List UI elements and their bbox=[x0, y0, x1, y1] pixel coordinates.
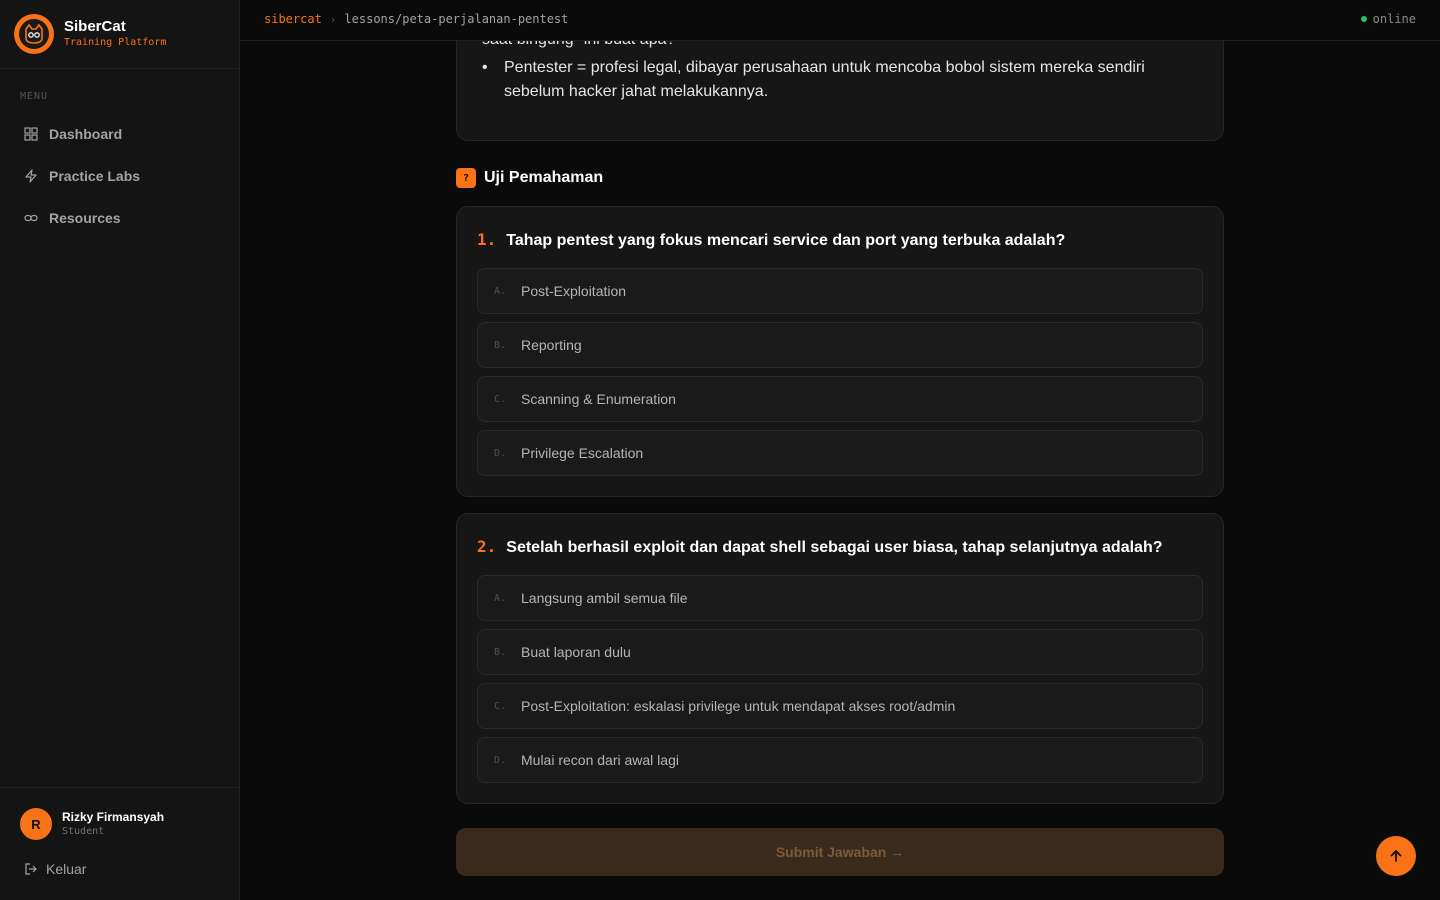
scroll-to-top-button[interactable] bbox=[1376, 836, 1416, 876]
bullet-marker: • bbox=[482, 59, 488, 76]
top-bar: sibercat › lessons/peta-perjalanan-pente… bbox=[240, 0, 1440, 41]
question-card-1: 1. Tahap pentest yang fokus mencari serv… bbox=[456, 206, 1224, 497]
option-text: Reporting bbox=[521, 337, 582, 353]
answer-option-d[interactable]: D. Privilege Escalation bbox=[477, 430, 1203, 476]
sidebar-item-practice-labs[interactable]: Practice Labs bbox=[12, 155, 228, 197]
status-label: online bbox=[1372, 12, 1416, 26]
link-icon bbox=[24, 214, 38, 222]
sidebar-nav: Dashboard Practice Labs Resources bbox=[12, 113, 228, 239]
option-letter: D. bbox=[494, 447, 507, 459]
option-text: Mulai recon dari awal lagi bbox=[521, 752, 679, 768]
answer-option-b[interactable]: B. Reporting bbox=[477, 322, 1203, 368]
option-letter: B. bbox=[494, 646, 507, 658]
sidebar: SiberCat Training Platform MENU Dashboar… bbox=[0, 0, 240, 900]
logout-button[interactable]: Keluar bbox=[24, 861, 86, 877]
option-text: Post-Exploitation: eskalasi privilege un… bbox=[521, 698, 956, 714]
logout-icon bbox=[25, 863, 37, 875]
sidebar-item-resources[interactable]: Resources bbox=[12, 197, 228, 239]
question-number: 1. bbox=[477, 230, 497, 249]
answer-option-c[interactable]: C. Post-Exploitation: eskalasi privilege… bbox=[477, 683, 1203, 729]
question-text: Tahap pentest yang fokus mencari service… bbox=[506, 232, 1066, 249]
answer-option-a[interactable]: A. Post-Exploitation bbox=[477, 268, 1203, 314]
online-dot-icon bbox=[1360, 16, 1367, 22]
option-letter: D. bbox=[494, 754, 507, 766]
breadcrumb-root[interactable]: sibercat bbox=[264, 12, 322, 26]
cat-logo-icon bbox=[14, 14, 54, 54]
question-mark-icon: ? bbox=[456, 168, 476, 188]
option-letter: C. bbox=[494, 700, 507, 712]
status-indicator: online bbox=[1360, 12, 1416, 26]
brand-subtitle: Training Platform bbox=[64, 37, 167, 48]
answer-option-c[interactable]: C. Scanning & Enumeration bbox=[477, 376, 1203, 422]
menu-heading: MENU bbox=[20, 91, 49, 102]
user-name: Rizky Firmansyah bbox=[62, 809, 165, 824]
arrow-up-icon bbox=[1390, 850, 1402, 862]
breadcrumb-separator: › bbox=[329, 12, 337, 26]
quiz-title: Uji Pemahaman bbox=[484, 169, 604, 186]
answer-option-b[interactable]: B. Buat laporan dulu bbox=[477, 629, 1203, 675]
avatar: R bbox=[20, 808, 52, 840]
sidebar-footer: R Rizky Firmansyah Student Keluar bbox=[0, 787, 239, 900]
option-text: Post-Exploitation bbox=[521, 283, 627, 299]
sidebar-item-dashboard[interactable]: Dashboard bbox=[12, 113, 228, 155]
brand[interactable]: SiberCat Training Platform bbox=[0, 0, 239, 69]
sidebar-item-label: Dashboard bbox=[49, 126, 123, 142]
option-text: Privilege Escalation bbox=[521, 445, 644, 461]
option-text: Buat laporan dulu bbox=[521, 644, 631, 660]
option-letter: C. bbox=[494, 393, 507, 405]
option-letter: B. bbox=[494, 339, 507, 351]
sidebar-item-label: Practice Labs bbox=[49, 168, 141, 184]
lesson-bullet: • Pentester = profesi legal, dibayar per… bbox=[482, 56, 1182, 104]
question-header: 2. Setelah berhasil exploit dan dapat sh… bbox=[477, 537, 1162, 557]
option-letter: A. bbox=[494, 285, 507, 297]
option-text: Scanning & Enumeration bbox=[521, 391, 676, 407]
logout-label: Keluar bbox=[46, 861, 87, 877]
quiz-heading: ? Uji Pemahaman bbox=[456, 168, 603, 188]
user-role: Student bbox=[62, 825, 105, 837]
grid-icon bbox=[24, 127, 38, 141]
answer-option-d[interactable]: D. Mulai recon dari awal lagi bbox=[477, 737, 1203, 783]
question-text: Setelah berhasil exploit dan dapat shell… bbox=[506, 539, 1163, 556]
bolt-icon bbox=[25, 169, 37, 183]
breadcrumb: sibercat › lessons/peta-perjalanan-pente… bbox=[264, 12, 568, 26]
submit-answers-button[interactable]: Submit Jawaban → bbox=[456, 828, 1224, 876]
user-profile[interactable]: R Rizky Firmansyah Student bbox=[20, 808, 164, 840]
breadcrumb-path: lessons/peta-perjalanan-pentest bbox=[344, 12, 569, 26]
lesson-bullet-text: Pentester = profesi legal, dibayar perus… bbox=[504, 59, 1145, 100]
option-text: Langsung ambil semua file bbox=[521, 590, 688, 606]
question-number: 2. bbox=[477, 537, 497, 556]
answer-option-a[interactable]: A. Langsung ambil semua file bbox=[477, 575, 1203, 621]
brand-name: SiberCat bbox=[64, 18, 126, 35]
question-card-2: 2. Setelah berhasil exploit dan dapat sh… bbox=[456, 513, 1224, 804]
option-letter: A. bbox=[494, 592, 507, 604]
sidebar-item-label: Resources bbox=[49, 210, 121, 226]
main-content: saat bingung "ini buat apa?" • Pentester… bbox=[240, 0, 1440, 900]
question-header: 1. Tahap pentest yang fokus mencari serv… bbox=[477, 230, 1065, 250]
